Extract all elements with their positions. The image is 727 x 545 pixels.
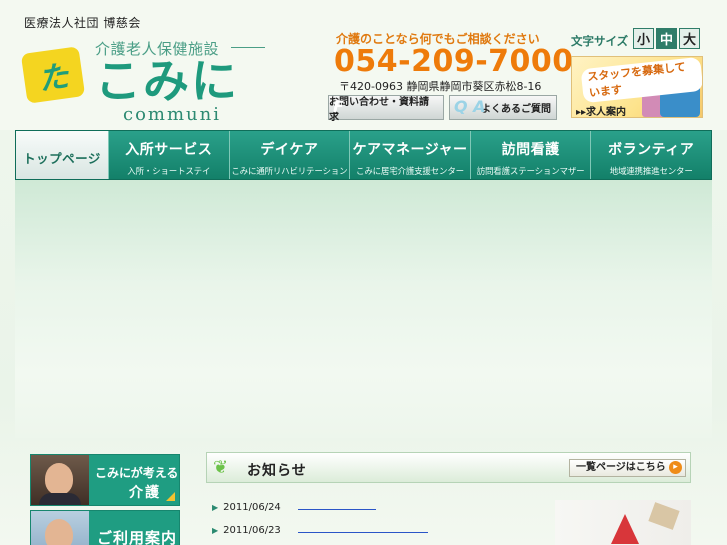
nav-label: デイケア <box>260 142 319 158</box>
contact-button[interactable]: F お問い合わせ・資料請求 <box>328 95 444 123</box>
nav-sublabel: こみに通所リハビリテーション <box>231 167 348 177</box>
nav-item-top[interactable]: トップページ <box>16 131 108 179</box>
origami-crane-image <box>555 500 691 545</box>
faq-button[interactable]: Q A よくあるご質問 <box>449 95 557 120</box>
nav-sublabel: 地域連携推進センター <box>609 167 693 177</box>
leaf-icon: ❦ <box>213 457 229 478</box>
logo-mark[interactable]: た <box>20 46 86 104</box>
nav-item-daycare[interactable]: デイケア こみに通所リハビリテーション <box>228 131 350 179</box>
family-photo <box>31 511 89 545</box>
nav-label: 入所サービス <box>125 142 213 158</box>
main-nav: トップページ 入所サービス 入所・ショートステイ デイケア こみに通所リハビリテ… <box>15 130 712 180</box>
fax-icon: F <box>333 97 344 116</box>
nav-item-volunteer[interactable]: ボランティア 地域連携推進センター <box>590 131 711 179</box>
guide-label: ご利用案内 <box>97 529 178 545</box>
bullet-icon: ▶ <box>212 502 219 512</box>
logo-name[interactable]: こみに <box>95 56 239 106</box>
nav-sublabel: こみに居宅介護支援センター <box>356 167 464 177</box>
page: 医療法人社団 博慈会 た 介護老人保健施設 こみに communi 介護のことな… <box>0 0 727 545</box>
nav-label: 訪問看護 <box>501 142 560 158</box>
corporation-name: 医療法人社団 博慈会 <box>24 16 141 30</box>
nav-label: ボランティア <box>608 142 695 158</box>
news-date: 2011/06/24 <box>223 501 281 513</box>
nav-label: トップページ <box>23 151 101 166</box>
logo-english: communi <box>123 104 221 125</box>
font-size-medium-button[interactable]: 中 <box>656 28 677 49</box>
news-date: 2011/06/23 <box>223 524 281 536</box>
care-line1: こみにが考える <box>95 466 179 480</box>
faq-button-label: よくあるご質問 <box>481 104 551 115</box>
nav-item-care-manager[interactable]: ケアマネージャー こみに居宅介護支援センター <box>349 131 470 179</box>
usage-guide-button[interactable]: ご利用案内 <box>30 510 180 545</box>
news-more-button[interactable]: 一覧ページはこちら <box>569 459 686 477</box>
care-line2: 介護 <box>129 485 161 501</box>
hero-area <box>15 180 712 438</box>
news-item[interactable]: ▶ 2011/06/24 <box>212 500 376 514</box>
nav-label: ケアマネージャー <box>352 142 468 158</box>
nav-item-residential[interactable]: 入所サービス 入所・ショートステイ <box>108 131 229 179</box>
corner-arrow-icon <box>166 492 175 501</box>
qa-icon: Q A <box>454 97 486 116</box>
recruit-banner[interactable]: スタッフを募集しています ▸▸求人案内 <box>571 56 703 118</box>
phone-number: 054-209-7000 <box>334 44 574 79</box>
nav-sublabel: 訪問看護ステーションマザー <box>476 167 585 177</box>
news-item[interactable]: ▶ 2011/06/23 <box>212 523 428 537</box>
news-link[interactable] <box>298 509 376 510</box>
news-header: ❦ お知らせ 一覧ページはこちら <box>206 452 691 483</box>
font-size-label: 文字サイズ <box>571 34 629 48</box>
contact-button-label: お問い合わせ・資料請求 <box>329 96 429 123</box>
nav-item-home-nursing[interactable]: 訪問看護 訪問看護ステーションマザー <box>469 131 591 179</box>
recruit-link: ▸▸求人案内 <box>576 107 627 118</box>
font-size-large-button[interactable]: 大 <box>679 28 700 49</box>
bullet-icon: ▶ <box>212 525 219 535</box>
doctor-photo <box>31 455 89 505</box>
news-title: お知らせ <box>247 463 307 479</box>
care-philosophy-button[interactable]: こみにが考える 介護 <box>30 454 180 506</box>
logo-mark-glyph: た <box>36 59 71 98</box>
font-size-small-button[interactable]: 小 <box>633 28 654 49</box>
nav-sublabel: 入所・ショートステイ <box>127 167 211 177</box>
news-link[interactable] <box>298 532 428 533</box>
